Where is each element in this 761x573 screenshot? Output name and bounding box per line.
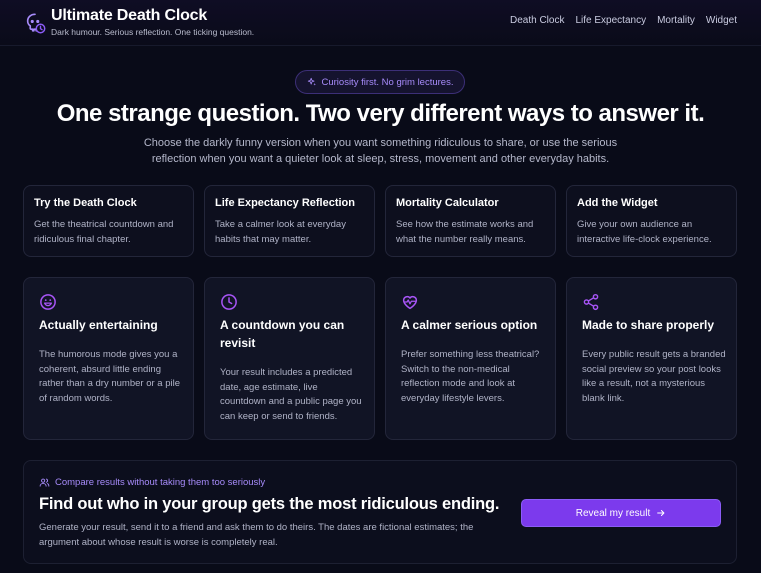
feature-desc: The humorous mode gives you a coherent, … — [39, 349, 180, 404]
feature-card-entertaining: Actually entertaining The humorous mode … — [23, 277, 194, 440]
link-card-desc: Take a calmer look at everyday habits th… — [215, 219, 346, 245]
feature-card-serious-option: A calmer serious option Prefer something… — [385, 277, 556, 440]
link-card-title: Life Expectancy Reflection — [215, 197, 355, 209]
feature-card-countdown: A countdown you can revisit Your result … — [204, 277, 375, 440]
hero-badge: Curiosity first. No grim lectures. — [295, 70, 465, 94]
link-card-life-expectancy[interactable]: Life Expectancy Reflection Take a calmer… — [204, 185, 375, 257]
reveal-result-button[interactable]: Reveal my result — [521, 499, 721, 527]
feature-title: Actually entertaining — [39, 318, 158, 332]
reveal-result-label: Reveal my result — [575, 507, 651, 519]
main-nav: Death Clock Life Expectancy Mortality Wi… — [510, 15, 737, 26]
hero-badge-label: Curiosity first. No grim lectures. — [321, 76, 454, 88]
link-card-desc: Give your own audience an interactive li… — [577, 219, 712, 245]
feature-title: A calmer serious option — [401, 318, 538, 332]
hero-subtitle: Choose the darkly funny version when you… — [143, 137, 618, 165]
link-card-title: Add the Widget — [577, 197, 658, 209]
share-icon — [583, 293, 599, 311]
hero-title: One strange question. Two very different… — [56, 100, 705, 127]
sparkles-icon — [307, 77, 316, 86]
link-card-desc: See how the estimate works and what the … — [396, 219, 534, 245]
users-icon — [39, 478, 50, 487]
cta-eyebrow: Compare results without taking them too … — [39, 477, 265, 488]
feature-desc: Prefer something less theatrical? Switch… — [401, 349, 540, 404]
feature-title: A countdown you can revisit — [220, 318, 345, 350]
nav-life-expectancy[interactable]: Life Expectancy — [575, 15, 646, 26]
brand-title[interactable]: Ultimate Death Clock — [51, 7, 207, 25]
clock-icon — [221, 294, 237, 310]
cta-description: Generate your result, send it to a frien… — [39, 522, 474, 548]
nav-widget[interactable]: Widget — [706, 15, 737, 26]
link-card-mortality-calculator[interactable]: Mortality Calculator See how the estimat… — [385, 185, 556, 257]
nav-death-clock[interactable]: Death Clock — [510, 15, 564, 26]
site-header: Ultimate Death Clock Dark humour. Seriou… — [0, 0, 761, 46]
skull-clock-logo-icon[interactable] — [24, 12, 46, 34]
brand-tagline: Dark humour. Serious reflection. One tic… — [51, 27, 255, 37]
feature-title: Made to share properly — [582, 318, 715, 332]
link-card-title: Mortality Calculator — [396, 197, 499, 209]
feature-card-share: Made to share properly Every public resu… — [566, 277, 737, 440]
feature-desc: Your result includes a predicted date, a… — [220, 367, 362, 422]
compare-cta-panel: Compare results without taking them too … — [23, 460, 737, 564]
link-card-title: Try the Death Clock — [34, 197, 137, 209]
smile-icon — [40, 294, 56, 310]
nav-mortality[interactable]: Mortality — [657, 15, 695, 26]
link-card-widget[interactable]: Add the Widget Give your own audience an… — [566, 185, 737, 257]
cta-eyebrow-label: Compare results without taking them too … — [55, 477, 266, 488]
feature-desc: Every public result gets a branded socia… — [582, 349, 726, 404]
link-card-death-clock[interactable]: Try the Death Clock Get the theatrical c… — [23, 185, 194, 257]
link-card-desc: Get the theatrical countdown and ridicul… — [34, 219, 174, 245]
cta-title: Find out who in your group gets the most… — [39, 495, 500, 513]
heart-pulse-icon — [402, 295, 418, 310]
arrow-right-icon — [657, 510, 665, 516]
